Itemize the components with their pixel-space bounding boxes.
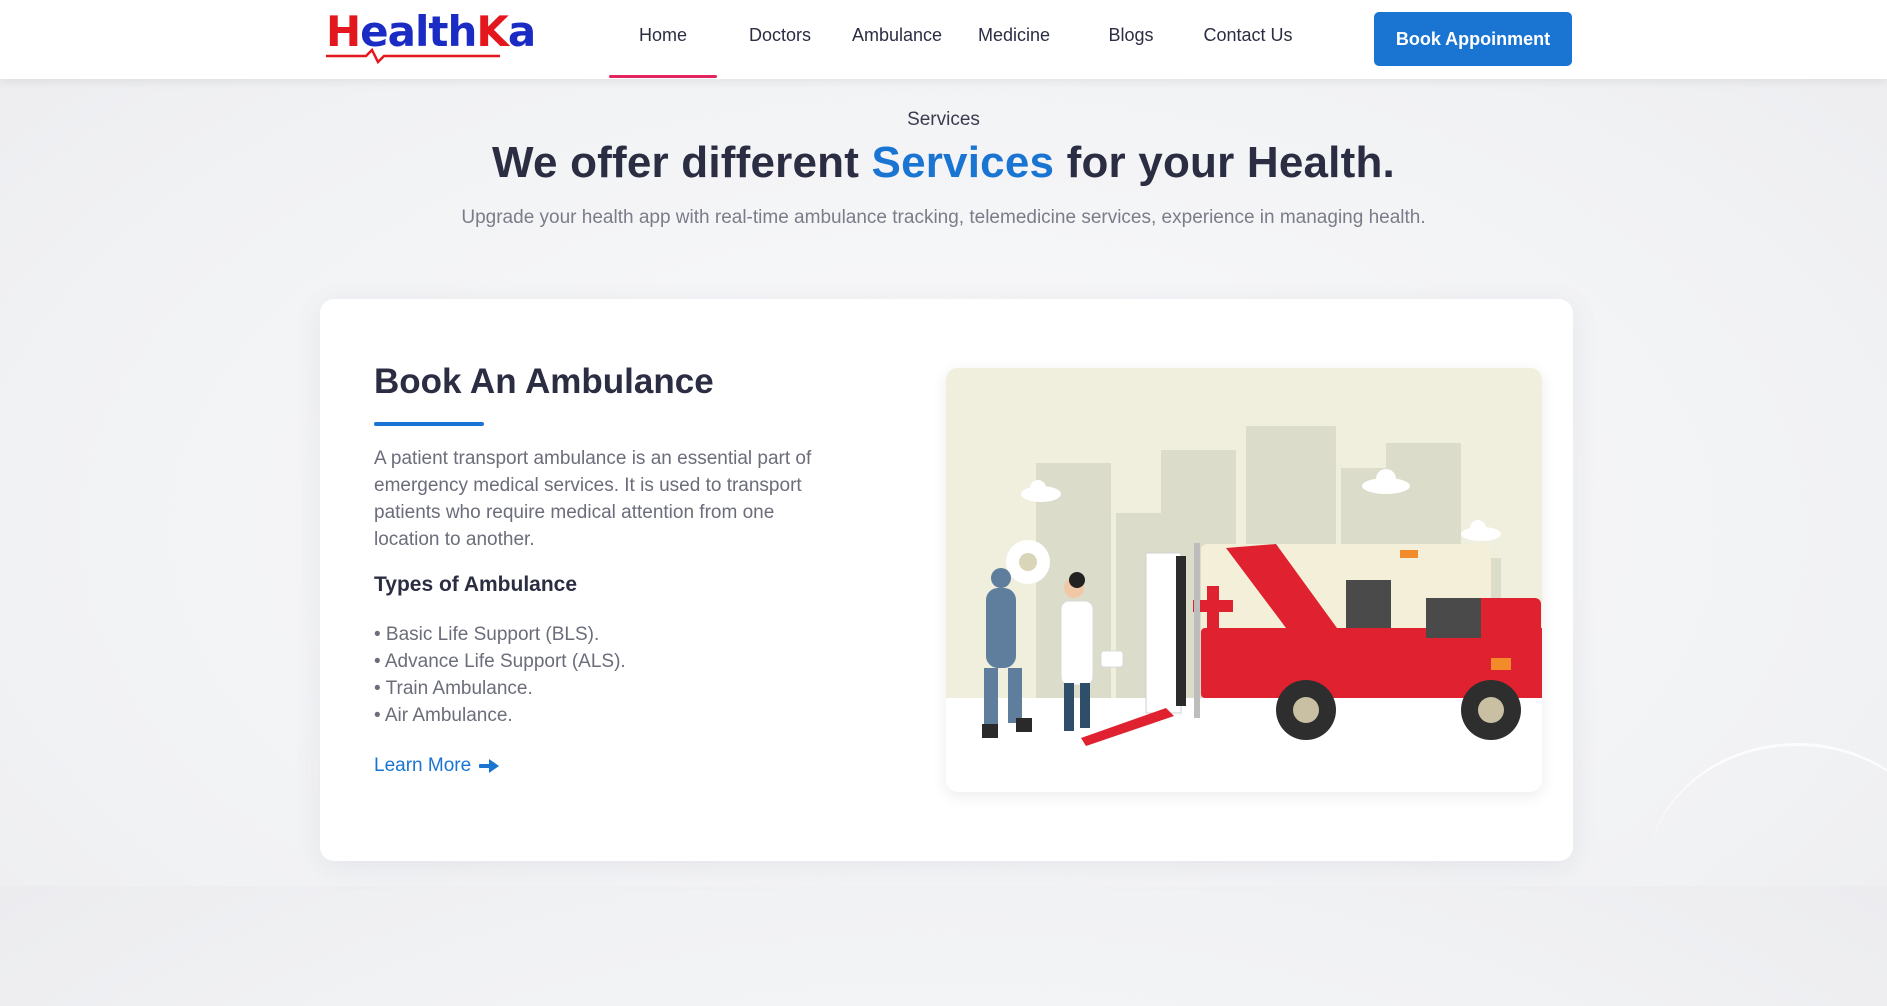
book-appointment-button[interactable]: Book Appoinment <box>1374 12 1572 66</box>
ambulance-illustration <box>946 368 1542 792</box>
section-eyebrow: Services <box>907 109 980 130</box>
list-item: • Air Ambulance. <box>374 705 513 726</box>
nav-contact-us[interactable]: Contact Us <box>1196 25 1300 46</box>
list-item: • Train Ambulance. <box>374 678 533 699</box>
nav-medicine[interactable]: Medicine <box>968 25 1060 46</box>
nav-doctors[interactable]: Doctors <box>740 25 820 46</box>
title-underline <box>374 422 484 426</box>
section-title: We offer different Services for your Hea… <box>0 138 1887 188</box>
top-navbar: HealthKa Home Doctors Ambulance Medicine… <box>0 0 1887 79</box>
ambulance-service-card: Book An Ambulance A patient transport am… <box>320 299 1573 861</box>
nav-home[interactable]: Home <box>611 25 715 46</box>
healthka-logo[interactable]: HealthKa <box>326 10 536 64</box>
title-post: for your Health. <box>1054 138 1395 187</box>
list-item: • Basic Life Support (BLS). <box>374 624 600 645</box>
nav-blogs[interactable]: Blogs <box>1100 25 1162 46</box>
section-subtitle: Upgrade your health app with real-time a… <box>461 207 1426 228</box>
list-item: • Advance Life Support (ALS). <box>374 651 626 672</box>
card-title: Book An Ambulance <box>374 362 714 401</box>
ambulance-types-list: • Basic Life Support (BLS). • Advance Li… <box>374 621 626 729</box>
learn-more-label: Learn More <box>374 755 472 776</box>
title-accent: Services <box>871 138 1055 187</box>
arrow-right-icon <box>479 759 500 773</box>
learn-more-link[interactable]: Learn More <box>374 755 500 777</box>
nav-ambulance[interactable]: Ambulance <box>845 25 949 46</box>
background-swoosh <box>1647 743 1887 1006</box>
types-heading: Types of Ambulance <box>374 573 578 596</box>
title-pre: We offer different <box>492 138 872 187</box>
logo-letter-a: a <box>507 7 536 56</box>
active-nav-indicator <box>609 75 717 78</box>
card-description: A patient transport ambulance is an esse… <box>374 448 812 550</box>
heartbeat-line-icon <box>326 48 500 64</box>
